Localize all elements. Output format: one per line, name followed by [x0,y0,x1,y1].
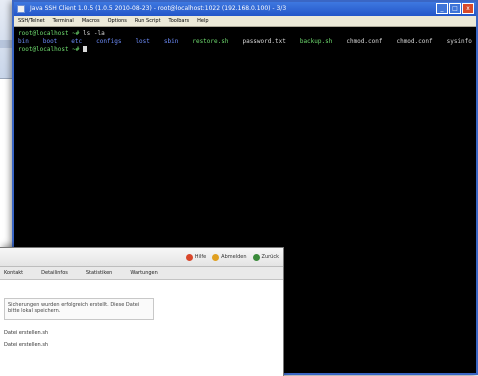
help-button[interactable]: Hilfe [185,253,207,261]
terminal-prompt: root@localhost ~# [18,46,84,53]
ls-entry: boot [42,38,58,45]
tab-kontakt[interactable]: Kontakt [4,267,23,279]
help-icon [185,253,193,261]
ls-entry: chmod.conf [346,38,383,45]
menu-item-options[interactable]: Options [108,16,127,26]
logout-icon [212,253,220,261]
menu-item-run-script[interactable]: Run Script [135,16,161,26]
file-list-item[interactable]: Datei erstellen.sh [4,330,279,336]
browser-toolbar: Hilfe Abmelden Zurück [0,248,283,267]
notice-box: Sicherungen wurden erfolgreich erstellt.… [4,298,154,320]
terminal-app-icon [17,5,25,13]
maximize-button[interactable]: □ [449,3,461,14]
terminal-titlebar[interactable]: Java SSH Client 1.0.5 (1.0.5 2010-08-23)… [14,2,476,16]
ls-entry: sbin [163,38,179,45]
menu-item-ssh-telnet[interactable]: SSH/Telnet [18,16,45,26]
menu-item-terminal[interactable]: Terminal [53,16,74,26]
terminal-cursor [83,46,88,52]
file-list: Datei erstellen.sh Datei erstellen.sh [4,330,279,348]
back-button[interactable]: Zurück [252,253,279,261]
back-label: Zurück [261,254,279,260]
tab-wartungen[interactable]: Wartungen [130,267,157,279]
ls-entry: configs [96,38,122,45]
window-controls: _ □ x [436,3,474,14]
terminal-menubar: SSH/Telnet Terminal Macros Options Run S… [14,16,476,27]
terminal-line: root@localhost ~# [18,46,472,54]
ls-entry: sysinfo [446,38,472,45]
minimize-button[interactable]: _ [436,3,448,14]
menu-item-macros[interactable]: Macros [82,16,100,26]
tab-detailinfos[interactable]: Detailinfos [41,267,68,279]
close-button[interactable]: x [462,3,474,14]
back-icon [252,253,260,261]
menu-item-toolbars[interactable]: Toolbars [169,16,190,26]
logout-label: Abmelden [221,254,247,260]
tab-statistiken[interactable]: Statistiken [86,267,112,279]
logout-button[interactable]: Abmelden [212,253,247,261]
browser-window: Hilfe Abmelden Zurück Kontakt Detailinfo… [0,247,284,376]
menu-item-help[interactable]: Help [197,16,208,26]
ls-entry: chmod.conf [396,38,433,45]
ls-entry: backup.sh [299,38,333,45]
terminal-line: root@localhost ~# ls -la [18,30,472,38]
terminal-title: Java SSH Client 1.0.5 (1.0.5 2010-08-23)… [30,5,287,12]
terminal-command: ls -la [83,30,105,37]
browser-body: Sicherungen wurden erfolgreich erstellt.… [0,280,283,360]
ls-entry: bin [18,38,29,45]
ls-entry: restore.sh [192,38,229,45]
help-label: Hilfe [194,254,207,260]
terminal-prompt: root@localhost ~# [18,30,84,37]
file-list-item[interactable]: Datei erstellen.sh [4,342,279,348]
terminal-line: bin boot etc configs lost sbin restore.sh passw… [18,38,472,46]
browser-tabs: Kontakt Detailinfos Statistiken Wartunge… [0,267,283,280]
ls-entry: etc [71,38,83,45]
ls-entry: password.txt [242,38,286,45]
ls-entry: lost [135,38,150,45]
